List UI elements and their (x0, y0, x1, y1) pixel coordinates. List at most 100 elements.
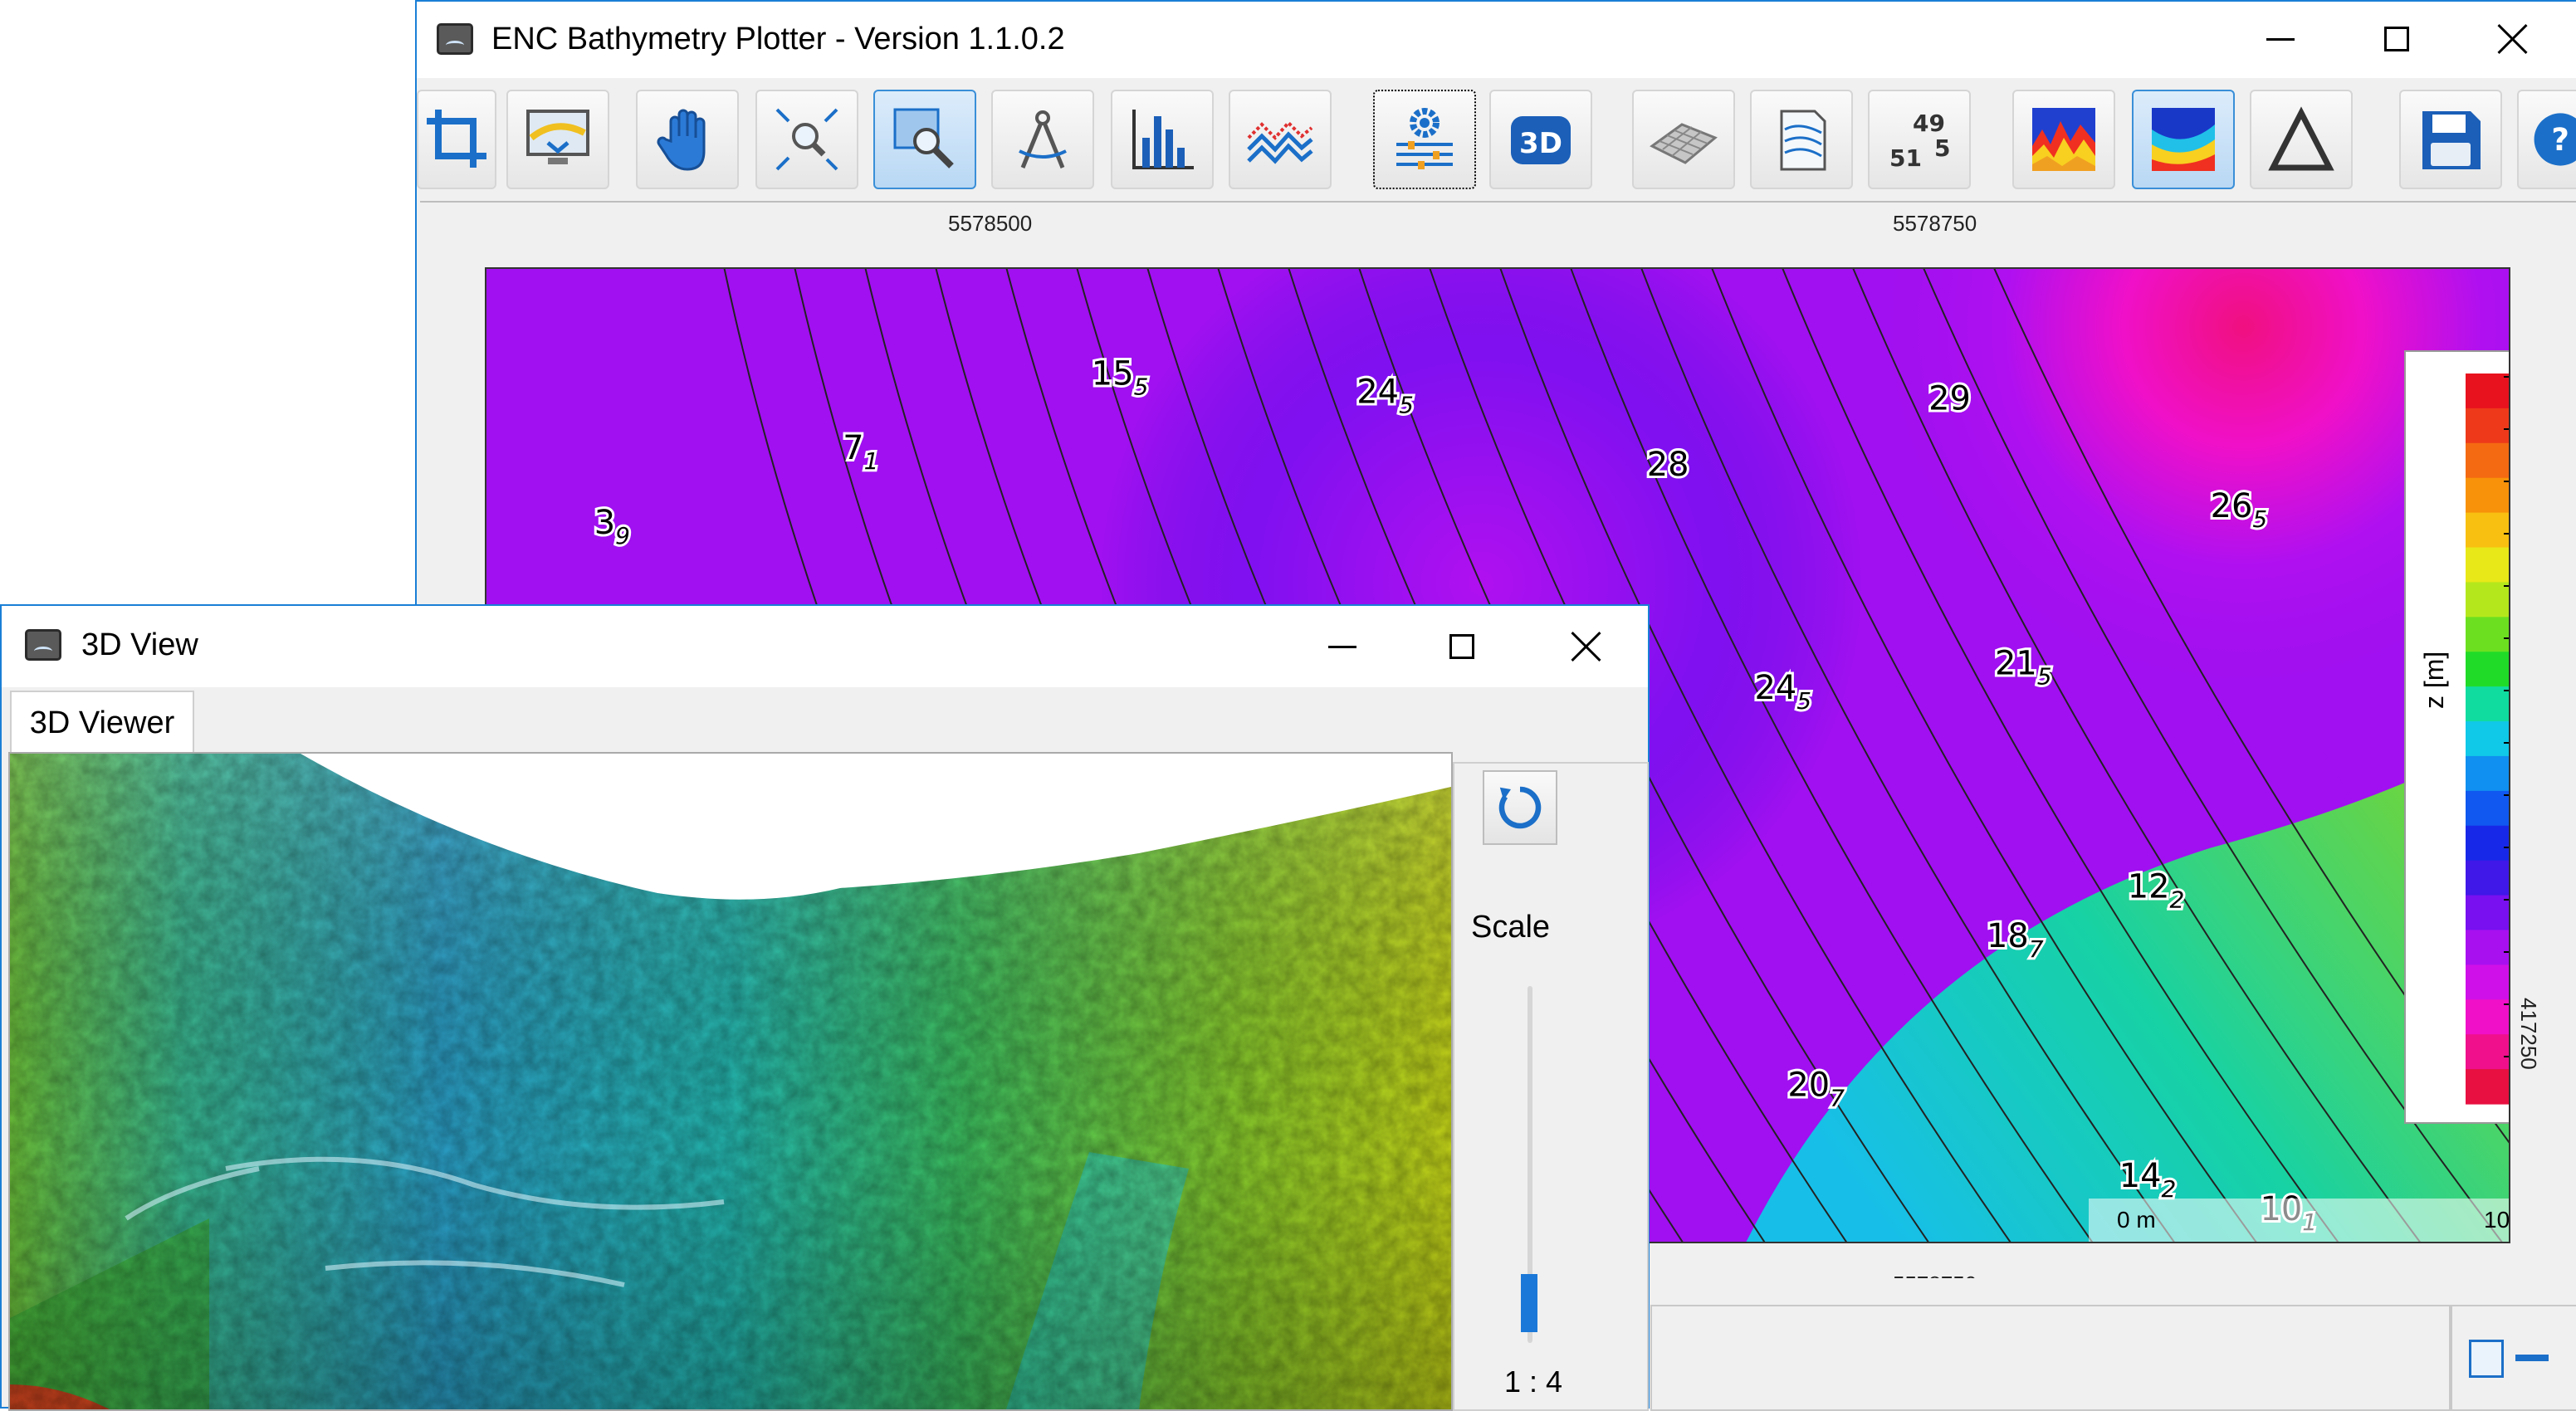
3d-terrain-render[interactable] (10, 754, 1451, 1409)
pan-tool-button[interactable] (636, 90, 739, 189)
3d-view-app-icon (25, 629, 61, 661)
colorbar-swatch (2466, 374, 2509, 409)
3d-view-maximize-button[interactable] (1433, 618, 1491, 676)
minimize-icon (1328, 645, 1356, 648)
tab-3d-viewer[interactable]: 3D Viewer (10, 691, 194, 754)
soundings-text-bottom: 51 (1889, 144, 1922, 172)
sounding-values-button[interactable]: 49 51 5 (1868, 90, 1971, 189)
colorbar-tick (2504, 585, 2509, 587)
close-icon (2496, 22, 2530, 56)
colorbar-tick (2504, 899, 2509, 901)
colorbar-tick (2504, 428, 2509, 430)
maximize-icon (1449, 634, 1474, 659)
zoom-window-button[interactable] (873, 90, 976, 189)
colorbar-swatch (2466, 442, 2509, 479)
colorbar-swatch (2466, 860, 2509, 896)
help-icon: ? (2534, 113, 2576, 166)
main-titlebar[interactable]: ENC Bathymetry Plotter - Version 1.1.0.2 (417, 2, 2576, 78)
colorbar-tick (2504, 951, 2509, 953)
colorbar-swatch (2466, 686, 2509, 722)
colorbar-tick (2504, 847, 2509, 848)
colorbar-swatch (2466, 755, 2509, 792)
status-panel (1650, 1305, 2451, 1411)
colorbar-swatch (2466, 1069, 2509, 1105)
gear-sliders-icon (1396, 108, 1453, 169)
display-settings-button[interactable] (506, 90, 609, 189)
help-button[interactable]: ? (2517, 90, 2576, 189)
triangulation-button[interactable] (2250, 90, 2353, 189)
3d-viewer-canvas[interactable] (8, 752, 1453, 1411)
colorbar-tick (2504, 690, 2509, 691)
contour-layer-button[interactable] (1750, 90, 1853, 189)
color-fill-icon (2032, 108, 2095, 171)
soundings-icon: 49 51 5 (1889, 110, 1950, 172)
zoom-extent-icon (775, 108, 838, 171)
colorbar-swatch (2466, 512, 2509, 549)
3d-view-minimize-button[interactable] (1313, 618, 1371, 676)
grid-surface-button[interactable] (1632, 90, 1735, 189)
triangle-icon (2268, 106, 2334, 171)
colorbar-swatch (2466, 617, 2509, 652)
main-window-title: ENC Bathymetry Plotter - Version 1.1.0.2 (491, 22, 1065, 56)
colorbar-tick (2504, 794, 2509, 796)
3d-view-button[interactable]: 3D (1489, 90, 1592, 189)
close-icon (1570, 630, 1603, 663)
crop-tool-button[interactable] (417, 90, 496, 189)
scale-value: 1 : 4 (1504, 1365, 1563, 1399)
histogram-button[interactable] (1111, 90, 1214, 189)
colorbar-swatch (2466, 790, 2509, 827)
maximize-button[interactable] (2368, 10, 2426, 68)
color-fill-button[interactable] (2012, 90, 2115, 189)
measure-tool-button[interactable] (991, 90, 1094, 189)
colorbar-swatch (2466, 930, 2509, 965)
app-icon (437, 23, 473, 55)
contour-label: 28 (1647, 446, 1689, 484)
3d-view-close-button[interactable] (1557, 618, 1615, 676)
collapse-icon[interactable] (2515, 1355, 2549, 1361)
contour-fill-icon (2152, 108, 2215, 171)
colorbar-swatch (2466, 1034, 2509, 1070)
colorbar-tick (2504, 533, 2509, 535)
scale-bar: 0 m 100 m (2089, 1199, 2509, 1242)
colorbar-swatch (2466, 895, 2509, 931)
bar-chart-icon (1132, 110, 1194, 169)
rotate-icon (1498, 786, 1542, 829)
scale-bar-left-label: 0 m (2117, 1207, 2156, 1233)
scale-slider-thumb[interactable] (1521, 1273, 1537, 1332)
toolbar: 3D 49 51 5 ? (417, 78, 2576, 201)
compass-icon (1019, 110, 1067, 168)
colorbar-tick (2504, 1056, 2509, 1057)
zoom-extents-button[interactable] (755, 90, 858, 189)
reset-view-button[interactable] (1483, 770, 1557, 845)
3d-view-side-panel: Scale 1 : 4 (1453, 762, 1649, 1411)
colorbar-swatch (2466, 477, 2509, 514)
colorbar-swatch (2466, 999, 2509, 1035)
profile-button[interactable] (1229, 90, 1332, 189)
colorbar-swatch (2466, 547, 2509, 583)
save-button[interactable] (2399, 90, 2502, 189)
settings-button[interactable] (1373, 90, 1476, 189)
3d-view-titlebar[interactable]: 3D View (2, 606, 1648, 687)
list-view-icon[interactable] (2469, 1340, 2504, 1378)
colorbar-swatch (2466, 825, 2509, 862)
close-button[interactable] (2484, 10, 2542, 68)
maximize-icon (2384, 27, 2409, 51)
minimize-button[interactable] (2251, 10, 2310, 68)
colorbar-tick (2504, 376, 2509, 378)
3d-view-window: 3D View 3D Viewer Scale 1: 4 (0, 604, 1650, 1411)
svg-text:3D: 3D (1519, 127, 1562, 160)
soundings-text-right: 5 (1934, 134, 1950, 162)
contour-fill-button[interactable] (2132, 90, 2235, 189)
colorbar-swatch (2466, 964, 2509, 1000)
top-tick-label: 5578750 (1893, 211, 1977, 236)
crop-icon (427, 110, 486, 168)
colorbar-swatch (2466, 721, 2509, 757)
colorbar-tick (2504, 637, 2509, 639)
colorbar-title: z [m] (2419, 651, 2449, 709)
colorbar-tick (2504, 481, 2509, 482)
3d-icon: 3D (1511, 116, 1571, 164)
right-tick-label: 417250 (2516, 998, 2541, 1070)
colorbar-tick (2504, 742, 2509, 744)
colorbar-swatch (2466, 408, 2509, 444)
soundings-text-top: 49 (1913, 110, 1945, 137)
